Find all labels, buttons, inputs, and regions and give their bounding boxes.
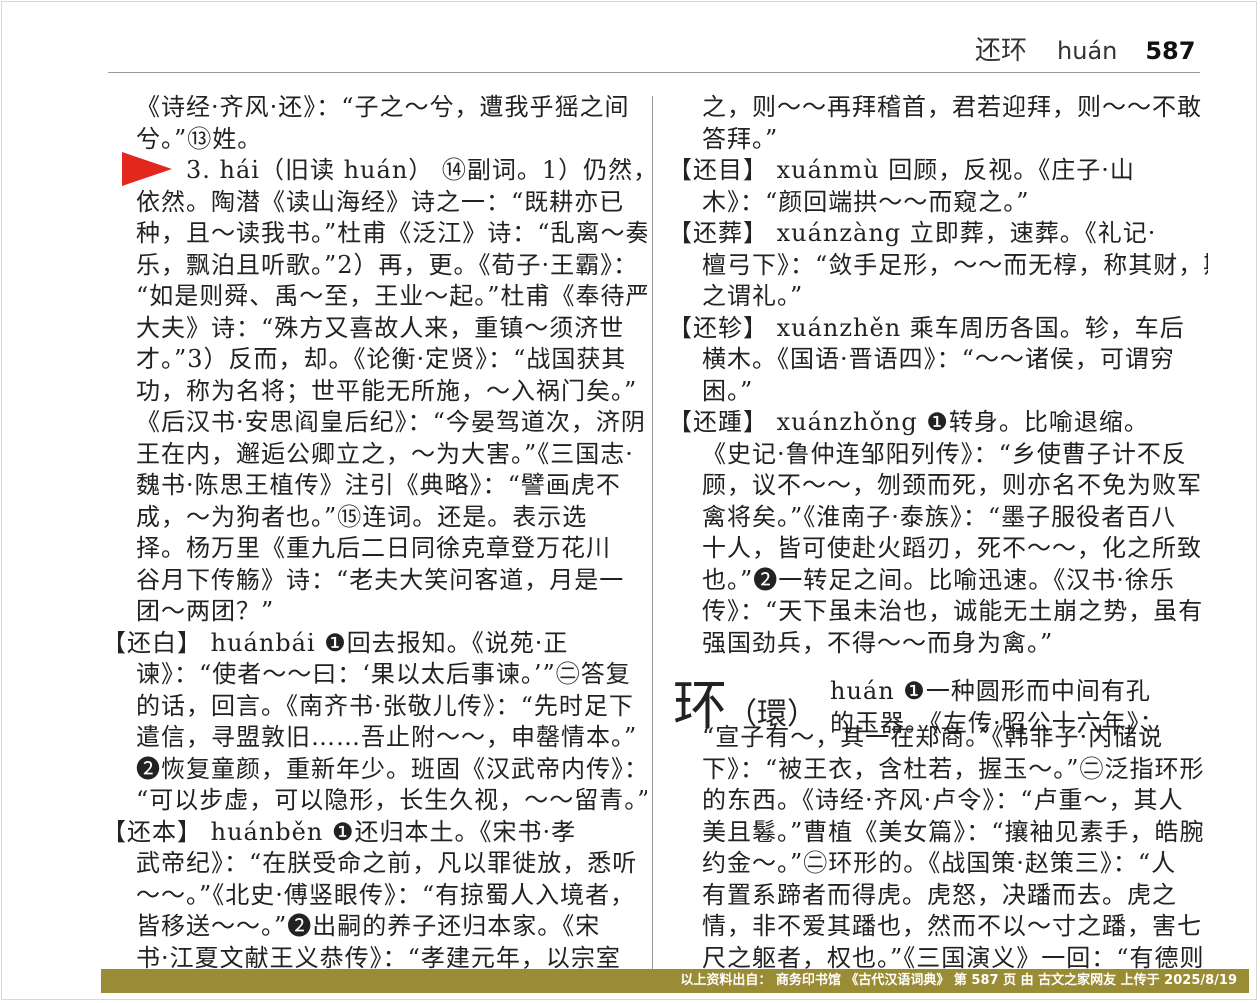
huan-char: 环: [673, 674, 727, 737]
right-column-line: 横木。《国语·晋语四》：“～～诸侯，可谓穷: [702, 345, 1175, 373]
left-column-line: 的话，回言。《南齐书·张敬儿传》：“先时足下: [136, 691, 634, 720]
source-footer: 以上资料出自： 商务印书馆 《古代汉语词典》 第 587 页 由 古文之家网友 …: [101, 969, 1249, 993]
column-divider: [652, 96, 653, 976]
right-column-line: 檀弓下》：“敛手足形，～～而无椁，称其财，斯: [702, 250, 1208, 279]
header-headword: 还环: [975, 36, 1028, 66]
left-column-line: 才。”3）反而，却。《论衡·定贤》：“战国获其: [136, 345, 627, 373]
left-column-line: 武帝纪》：“在朕受命之前，凡以罪徙放，悉听: [136, 849, 638, 877]
left-column-line: 【还白】 huánbái ❶回去报知。《说苑·正: [102, 628, 569, 657]
huan-entry-lead: huán ❶一种圆形而中间有孔 的玉器。《左传·昭公十六年》：: [830, 676, 1165, 739]
left-column-line: 魏书·陈思王植传》注引《典略》：“譬画虎不: [136, 471, 621, 499]
right-column-line: 有置系蹄者而得虎。虎怒，决蹯而去。虎之: [702, 880, 1177, 909]
left-column-line: 择。杨万里《重九后二日同徐克章登万花川: [136, 534, 611, 562]
left-column: 《诗经·齐风·还》：“子之～兮，遭我乎猺之间 兮。”⑬姓。 3. hái（旧读 hu…: [102, 92, 647, 974]
right-column-line: 困。”: [702, 376, 754, 405]
right-column-line: 的东西。《诗经·齐风·卢令》：“卢重～，其人: [702, 786, 1184, 814]
right-column-line: 顾，议不～～，刎颈而死，则亦名不免为败军: [702, 471, 1202, 499]
right-column-line: 情，非不爱其蹯也，然而不以～寸之蹯，害七: [702, 912, 1202, 940]
right-column-line: 【还踵】 xuánzhǒng ❶转身。比喻退缩。: [668, 408, 1149, 436]
right-column-line: 【还轸】 xuánzhěn 乘车周历各国。轸，车后: [668, 313, 1185, 342]
right-column-line: 美且鬈。”曹植《美女篇》：“攘袖见素手，皓腕: [702, 817, 1205, 846]
left-column-line: ❷恢复童颜，重新年少。班固《汉武帝内传》：: [136, 754, 647, 783]
left-column-line: 王在内，邂逅公卿立之，～为大害。”《三国志·: [136, 439, 634, 468]
header-rule: [108, 72, 1200, 73]
right-column-line: 强国劲兵，不得～～而身为禽。”: [702, 628, 1054, 657]
right-column-line: 木》：“颜回端拱～～而窥之。”: [702, 187, 1030, 216]
right-column-line: 禽将矣。”《淮南子·泰族》：“墨子服役者百八: [702, 502, 1177, 531]
right-column-line: 下》：“被王衣，含杜若，握玉～。”㊁泛指环形: [702, 754, 1205, 783]
left-column-line: 《后汉书·安思阎皇后纪》：“今晏驾道次，济阴: [136, 408, 646, 436]
running-header: 还环 huán 587: [975, 30, 1195, 66]
right-column-line: 【还葬】 xuánzàng 立即葬，速葬。《礼记·: [668, 219, 1157, 247]
huan-entry-headword: 环（環）: [673, 676, 817, 745]
left-column-line: 大夫》诗：“殊方又喜故人来，重镇～须济世: [136, 313, 625, 342]
left-column-line: 功，称为名将；世平能无所施，～入祸门矣。”: [136, 376, 638, 405]
right-column-line: 也。”❷一转足之间。比喻迅速。《汉书·徐乐: [702, 565, 1175, 594]
right-column-line: 十人，皆可使赴火蹈刃，死不～～，化之所致: [702, 534, 1202, 562]
page-number: 587: [1145, 37, 1196, 65]
right-column-line: 之谓礼。”: [702, 282, 804, 310]
left-column-line: 兮。”⑬姓。: [136, 124, 263, 153]
left-column-line: 皆移送～～。”❷出嗣的养子还归本家。《宋: [136, 912, 601, 940]
left-column-line: ～～。”《北史·傅竖眼传》：“有掠蜀人入境者，: [136, 880, 636, 909]
huan-line-2: 的玉器。《左传·昭公十六年》：: [830, 708, 1165, 737]
left-column-line: 成，～为狗者也。”⑮连词。还是。表示选: [136, 502, 588, 531]
right-column-line: 【还目】 xuánmù 回顾，反视。《庄子·山: [668, 156, 1135, 184]
right-column-line: 之，则～～再拜稽首，君若迎拜，则～～不敢: [702, 93, 1202, 121]
header-pinyin: huán: [1057, 37, 1118, 65]
left-column-line: 3. hái（旧读 huán） ⑭副词。1）仍然，: [186, 156, 647, 184]
left-column-line: 乐，飘泊且听歌。”2）再，更。《荀子·王霸》：: [136, 250, 639, 279]
left-column-line: 种，且～读我书。”杜甫《泛江》诗：“乱离～奏: [136, 219, 647, 247]
left-column-line: 依然。陶潜《读山海经》诗之一：“既耕亦已: [136, 187, 625, 216]
left-column-line: “如是则舜、禹～至，王业～起。”杜甫《奉待严: [136, 282, 647, 310]
left-column-line: 《诗经·齐风·还》：“子之～兮，遭我乎猺之间: [136, 93, 630, 121]
right-column-line: 答拜。”: [702, 124, 779, 153]
left-column-line: 【还本】 huánběn ❶还归本土。《宋书·孝: [102, 817, 577, 846]
right-column: 之，则～～再拜稽首，君若迎拜，则～～不敢 答拜。” 【还目】 xuánmù 回顾，反…: [668, 92, 1208, 974]
left-column-line: 谏》：“使者～～曰：‘果以太后事谏。’”㊁答复: [136, 660, 631, 688]
right-column-line: 传》：“天下虽未治也，诚能无土崩之势，虽有: [702, 597, 1204, 625]
huan-traditional: （環）: [727, 697, 817, 732]
right-column-line: 约金～。”㊁环形的。《战国策·赵策三》：“人: [702, 849, 1177, 877]
left-column-line: 谷月下传觞》诗：“老夫大笑问客道，月是一: [136, 565, 625, 594]
left-column-line: 遣信，寻盟敦旧……吾止附～～，申罄情本。”: [136, 723, 638, 751]
left-column-line: “可以步虚，可以隐形，长生久视，～～留青。”: [136, 786, 647, 814]
huan-line-1: huán ❶一种圆形而中间有孔: [830, 677, 1151, 705]
right-column-line: 《史记·鲁仲连邹阳列传》：“乡使曹子计不反: [702, 439, 1187, 468]
left-column-line: 团～两团？”: [136, 597, 275, 625]
